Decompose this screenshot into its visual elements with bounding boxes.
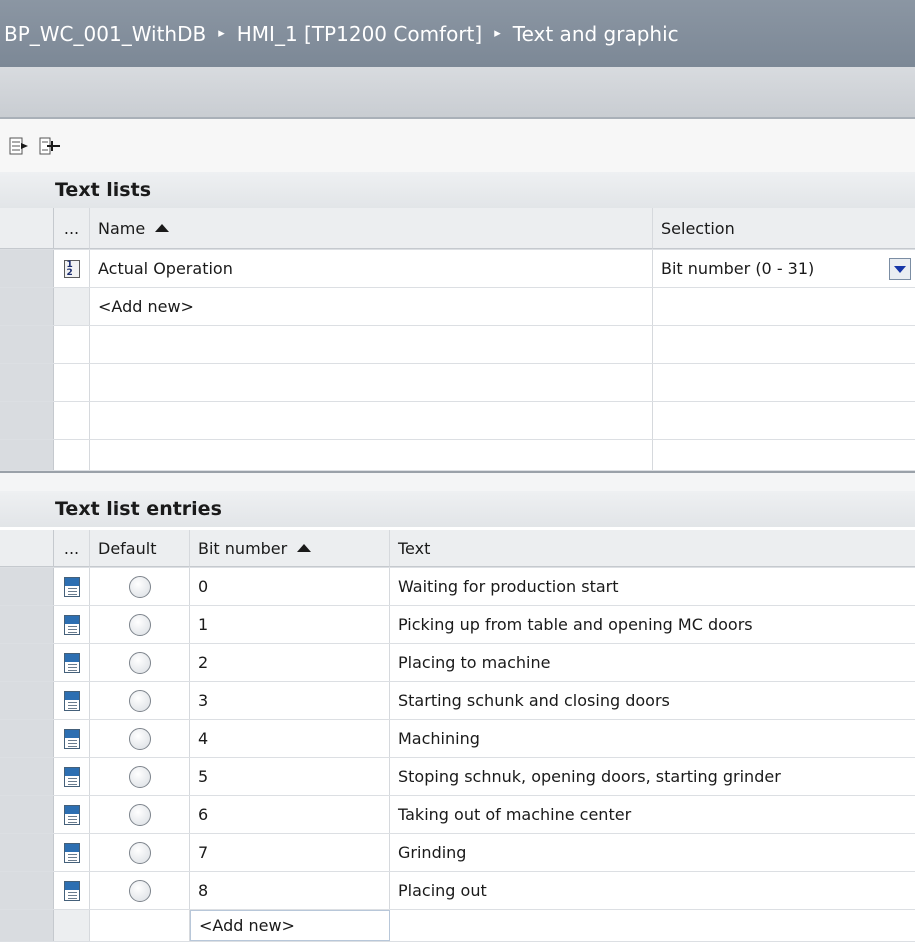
sort-ascending-icon <box>297 544 312 552</box>
editor-header-band <box>0 67 915 119</box>
empty-row <box>0 402 915 440</box>
breadcrumb: BP_WC_001_WithDB ▸ HMI_1 [TP1200 Comfort… <box>0 0 915 67</box>
row-selector[interactable] <box>0 796 54 833</box>
text-list-entry-icon <box>63 842 80 863</box>
table-row[interactable]: 5 Stoping schnuk, opening doors, starting… <box>0 758 915 796</box>
row-selector[interactable] <box>0 606 54 643</box>
add-row-icon[interactable] <box>38 134 62 158</box>
selection-value: Bit number (0 - 31) <box>661 259 815 278</box>
default-radio[interactable] <box>128 879 151 902</box>
breadcrumb-item-device[interactable]: HMI_1 [TP1200 Comfort] <box>237 22 482 46</box>
default-radio[interactable] <box>128 651 151 674</box>
entry-text-cell[interactable]: Placing to machine <box>390 644 915 681</box>
row-selector[interactable] <box>0 872 54 909</box>
row-selector[interactable] <box>0 720 54 757</box>
row-selector[interactable] <box>0 834 54 871</box>
empty-row <box>0 440 915 471</box>
table-row[interactable]: 6 Taking out of machine center <box>0 796 915 834</box>
entry-text-cell[interactable]: Taking out of machine center <box>390 796 915 833</box>
pane-splitter[interactable] <box>0 471 915 491</box>
column-header-bit-number-label: Bit number <box>198 538 288 558</box>
sort-ascending-icon <box>155 224 170 232</box>
default-radio[interactable] <box>128 689 151 712</box>
insert-row-icon[interactable] <box>8 134 32 158</box>
entry-text-cell[interactable]: Placing out <box>390 872 915 909</box>
text-list-entry-icon <box>63 690 80 711</box>
default-radio[interactable] <box>128 613 151 636</box>
row-selector[interactable] <box>0 682 54 719</box>
column-header-name-label: Name <box>98 218 146 238</box>
text-list-entry-icon <box>63 576 80 597</box>
bit-number-cell[interactable]: 6 <box>190 796 390 833</box>
default-radio[interactable] <box>128 841 151 864</box>
bit-number-cell[interactable]: 3 <box>190 682 390 719</box>
table-row[interactable]: 7 Grinding <box>0 834 915 872</box>
text-list-entry-icon <box>63 804 80 825</box>
default-radio[interactable] <box>128 803 151 826</box>
add-new-entry[interactable]: <Add new> <box>190 910 390 941</box>
text-list-entry-icon <box>63 880 80 901</box>
entry-text-cell[interactable]: Picking up from table and opening MC doo… <box>390 606 915 643</box>
column-header-name[interactable]: Name <box>90 208 653 249</box>
column-header-default[interactable]: Default <box>90 530 190 567</box>
text-list-icon: 12 <box>63 259 80 278</box>
text-list-name[interactable]: Actual Operation <box>90 250 653 287</box>
column-header-text[interactable]: Text <box>390 530 915 567</box>
table-row[interactable]: 1 Picking up from table and opening MC do… <box>0 606 915 644</box>
bit-number-cell[interactable]: 0 <box>190 568 390 605</box>
entry-text-cell[interactable]: Machining <box>390 720 915 757</box>
text-lists-header-row: ... Name Selection <box>0 208 915 250</box>
table-row[interactable]: 4 Machining <box>0 720 915 758</box>
text-list-entry-icon <box>63 766 80 787</box>
breadcrumb-separator-icon: ▸ <box>218 26 225 41</box>
text-list-entry-icon <box>63 614 80 635</box>
table-row[interactable]: 3 Starting schunk and closing doors <box>0 682 915 720</box>
breadcrumb-separator-icon: ▸ <box>494 26 501 41</box>
bit-number-cell[interactable]: 7 <box>190 834 390 871</box>
default-radio[interactable] <box>128 575 151 598</box>
bit-number-cell[interactable]: 8 <box>190 872 390 909</box>
toolbar <box>0 119 915 172</box>
table-row[interactable]: 0 Waiting for production start <box>0 568 915 606</box>
column-header-bit-number[interactable]: Bit number <box>190 530 390 567</box>
add-new-row[interactable]: <Add new> <box>0 910 915 942</box>
chevron-down-icon[interactable] <box>889 258 911 280</box>
breadcrumb-item-project[interactable]: BP_WC_001_WithDB <box>4 22 206 46</box>
default-radio[interactable] <box>128 765 151 788</box>
table-row[interactable]: 8 Placing out <box>0 872 915 910</box>
empty-row <box>0 326 915 364</box>
column-options[interactable]: ... <box>54 208 90 249</box>
entry-text-cell[interactable]: Starting schunk and closing doors <box>390 682 915 719</box>
bit-number-cell[interactable]: 2 <box>190 644 390 681</box>
table-row[interactable]: 12 Actual Operation Bit number (0 - 31) <box>0 250 915 288</box>
entry-text-cell[interactable]: Waiting for production start <box>390 568 915 605</box>
text-lists-editor: BP_WC_001_WithDB ▸ HMI_1 [TP1200 Comfort… <box>0 0 915 943</box>
text-list-entry-icon <box>63 728 80 749</box>
column-header-selection[interactable]: Selection <box>653 208 915 249</box>
text-list-entry-icon <box>63 652 80 673</box>
breadcrumb-item-editor[interactable]: Text and graphic <box>513 22 679 46</box>
text-list-entries-title: Text list entries <box>0 491 915 527</box>
column-options[interactable]: ... <box>54 530 90 567</box>
row-selector[interactable] <box>0 758 54 795</box>
bit-number-cell[interactable]: 4 <box>190 720 390 757</box>
selection-dropdown[interactable]: Bit number (0 - 31) <box>653 250 915 287</box>
row-selector[interactable] <box>0 644 54 681</box>
bit-number-cell[interactable]: 5 <box>190 758 390 795</box>
add-new-row[interactable]: <Add new> <box>0 288 915 326</box>
text-lists-title: Text lists <box>0 172 915 208</box>
empty-row <box>0 364 915 402</box>
table-row[interactable]: 2 Placing to machine <box>0 644 915 682</box>
entry-text-cell[interactable]: Stoping schnuk, opening doors, starting … <box>390 758 915 795</box>
entry-text-cell[interactable]: Grinding <box>390 834 915 871</box>
row-selector[interactable] <box>0 568 54 605</box>
add-new-text-list[interactable]: <Add new> <box>90 288 653 325</box>
entries-header-row: ... Default Bit number Text <box>0 530 915 568</box>
default-radio[interactable] <box>128 727 151 750</box>
bit-number-cell[interactable]: 1 <box>190 606 390 643</box>
